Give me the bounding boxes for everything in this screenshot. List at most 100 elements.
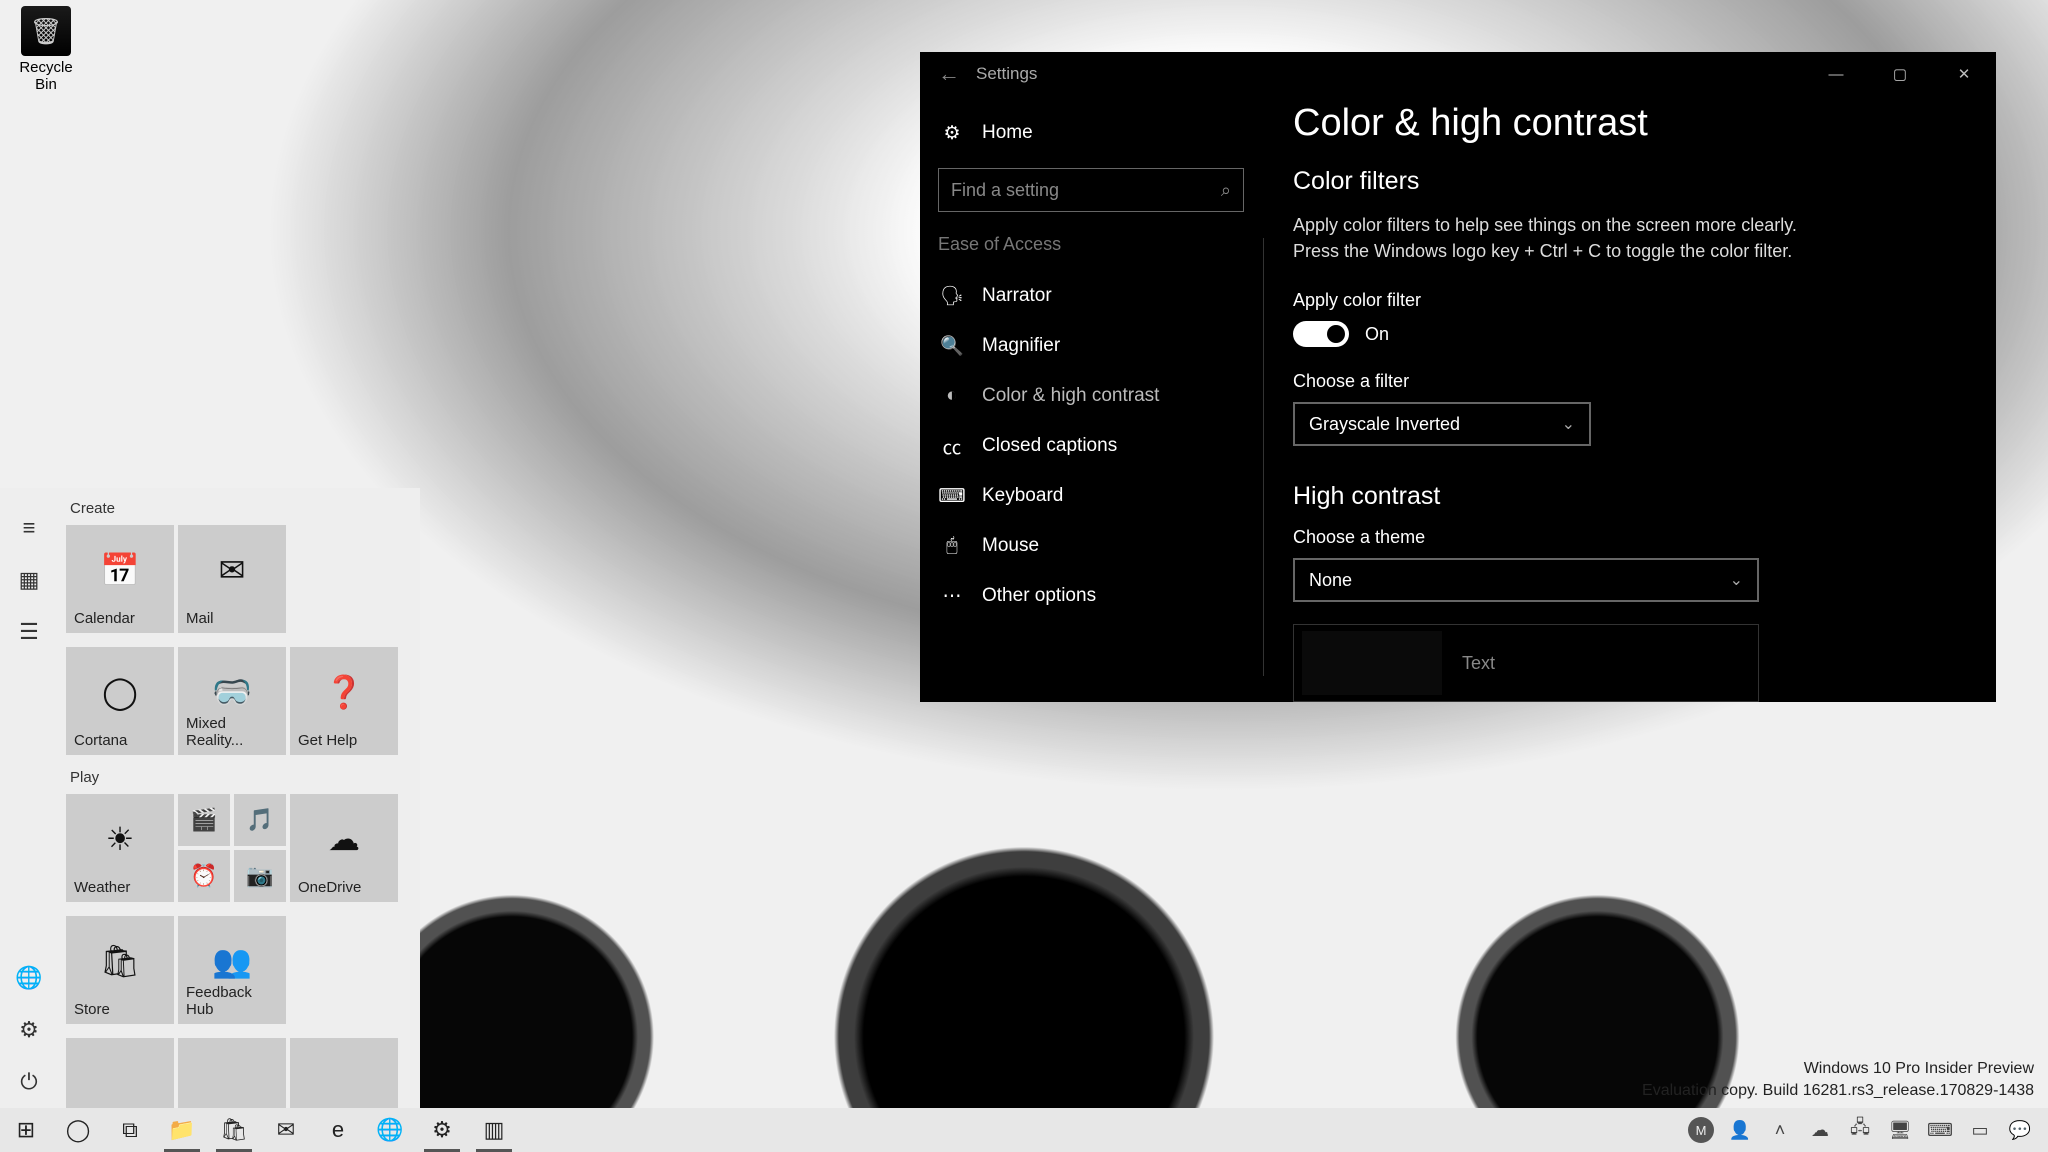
groove-icon: 🎵 — [246, 807, 273, 833]
sidebar-item-magnifier[interactable]: 🔍 Magnifier — [938, 321, 1252, 371]
people-tray[interactable]: 👤 — [1720, 1108, 1760, 1152]
sidebar-item-label: Color & high contrast — [982, 385, 1159, 407]
sidebar-item-label: Magnifier — [982, 335, 1060, 357]
movies-icon: 🎬 — [190, 807, 217, 833]
tile-camera[interactable]: 📷 — [234, 850, 286, 902]
start-tiles: Create 📅 Calendar ✉ Mail ◯ Cortana 🥽 Mix… — [58, 488, 420, 1108]
mouse-icon: 🖱 — [938, 535, 966, 557]
settings-sidebar: ⚙ Home Find a setting ⌕ Ease of Access 🗣… — [920, 96, 1262, 702]
apply-color-filter-toggle[interactable] — [1293, 321, 1349, 347]
high-contrast-heading: High contrast — [1293, 482, 1966, 511]
tile-label: Feedback Hub — [186, 984, 278, 1018]
start-pinned-button[interactable]: ▦ — [0, 554, 58, 606]
feedback-icon: 👥 — [212, 942, 252, 980]
filter-selected: Grayscale Inverted — [1309, 414, 1460, 435]
recycle-bin-label: Recycle Bin — [8, 59, 84, 93]
tile-placeholder-2[interactable] — [178, 1038, 286, 1108]
action-center[interactable]: 💬 — [2000, 1108, 2040, 1152]
task-view-button[interactable]: ⧉ — [104, 1108, 156, 1152]
start-network-button[interactable]: 🌐 — [0, 952, 58, 1004]
group-label-play[interactable]: Play — [70, 769, 410, 786]
store-taskbar[interactable]: 🛍 — [208, 1108, 260, 1152]
watermark-line1: Windows 10 Pro Insider Preview — [1642, 1058, 2034, 1080]
keyboard-tray[interactable]: ⌨ — [1920, 1108, 1960, 1152]
search-input[interactable]: Find a setting ⌕ — [938, 168, 1244, 212]
overflow-tray[interactable]: ˄ — [1760, 1108, 1800, 1152]
settings-content: Color & high contrast Color filters Appl… — [1262, 96, 1996, 702]
sidebar-item-keyboard[interactable]: ⌨ Keyboard — [938, 471, 1252, 521]
group-label-create[interactable]: Create — [70, 500, 410, 517]
tile-mail[interactable]: ✉ Mail — [178, 525, 286, 633]
choose-theme-label: Choose a theme — [1293, 527, 1966, 548]
sidebar-item-other-options[interactable]: ⋯ Other options — [938, 571, 1252, 621]
tile-feedback-hub[interactable]: 👥 Feedback Hub — [178, 916, 286, 1024]
start-power-button[interactable]: ⏻ — [0, 1056, 58, 1108]
taskbar: ⊞◯⧉📁🛍✉e🌐⚙▥ M 👤˄☁🖧🖥⌨▭💬 — [0, 1108, 2048, 1152]
mail-taskbar[interactable]: ✉ — [260, 1108, 312, 1152]
narrator-icon: 🗣 — [938, 284, 966, 308]
tile-placeholder-1[interactable] — [66, 1038, 174, 1108]
tile-label: Cortana — [74, 732, 166, 749]
tile-placeholder-3[interactable] — [290, 1038, 398, 1108]
start-expand-button[interactable]: ≡ — [0, 502, 58, 554]
gear-icon: ⚙ — [938, 122, 966, 145]
sidebar-item-mouse[interactable]: 🖱 Mouse — [938, 521, 1252, 571]
minimize-button[interactable]: — — [1804, 52, 1868, 96]
sidebar-item-closed-captions[interactable]: ㏄ Closed captions — [938, 421, 1252, 471]
trash-icon: 🗑 — [21, 6, 71, 56]
start-menu: ≡ ▦ ☰ 🌐 ⚙ ⏻ Create 📅 Calendar ✉ Mail ◯ C… — [0, 488, 420, 1108]
tile-store[interactable]: 🛍 Store — [66, 916, 174, 1024]
user-avatar[interactable]: M — [1688, 1117, 1714, 1143]
search-icon: ⌕ — [1221, 180, 1231, 201]
chevron-down-icon: ⌄ — [1730, 570, 1743, 590]
recycle-bin-desktop-icon[interactable]: 🗑 Recycle Bin — [8, 6, 84, 93]
tile-onedrive[interactable]: ☁ OneDrive — [290, 794, 398, 902]
sidebar-section-label: Ease of Access — [938, 234, 1252, 255]
tile-label: Mail — [186, 610, 278, 627]
tile-alarm[interactable]: ⏰ — [178, 850, 230, 902]
high-contrast-preview: Text — [1293, 624, 1759, 702]
edge-taskbar[interactable]: e — [312, 1108, 364, 1152]
onedrive-tray[interactable]: ☁ — [1800, 1108, 1840, 1152]
help-icon: ❓ — [324, 673, 364, 711]
tile-label: Weather — [74, 879, 166, 896]
filter-dropdown[interactable]: Grayscale Inverted ⌄ — [1293, 402, 1591, 446]
back-button[interactable]: ← — [938, 61, 968, 87]
sidebar-home[interactable]: ⚙ Home — [938, 110, 1252, 156]
window-title: Settings — [968, 64, 1037, 84]
contrast-icon: ◐ — [938, 385, 966, 407]
network-tray[interactable]: 🖧 — [1840, 1108, 1880, 1152]
tile-weather[interactable]: ☀ Weather — [66, 794, 174, 902]
tile-cortana[interactable]: ◯ Cortana — [66, 647, 174, 755]
choose-filter-label: Choose a filter — [1293, 371, 1966, 392]
alarm-icon: ⏰ — [190, 863, 217, 889]
start-all-apps-button[interactable]: ☰ — [0, 606, 58, 658]
settings-titlebar: ← Settings — ▢ ✕ — [920, 52, 1996, 96]
settings-taskbar[interactable]: ⚙ — [416, 1108, 468, 1152]
watermark-line2: Evaluation copy. Build 16281.rs3_release… — [1642, 1080, 2034, 1102]
display-tray[interactable]: 🖥 — [1880, 1108, 1920, 1152]
close-button[interactable]: ✕ — [1932, 52, 1996, 96]
input-tray[interactable]: ▭ — [1960, 1108, 2000, 1152]
globe-taskbar[interactable]: 🌐 — [364, 1108, 416, 1152]
tile-calendar[interactable]: 📅 Calendar — [66, 525, 174, 633]
tile-mixed-reality[interactable]: 🥽 Mixed Reality... — [178, 647, 286, 755]
sidebar-item-narrator[interactable]: 🗣 Narrator — [938, 271, 1252, 321]
theme-dropdown[interactable]: None ⌄ — [1293, 558, 1759, 602]
cortana-button[interactable]: ◯ — [52, 1108, 104, 1152]
file-explorer[interactable]: 📁 — [156, 1108, 208, 1152]
notepad-taskbar[interactable]: ▥ — [468, 1108, 520, 1152]
start-button[interactable]: ⊞ — [0, 1108, 52, 1152]
theme-selected: None — [1309, 570, 1352, 591]
start-settings-button[interactable]: ⚙ — [0, 1004, 58, 1056]
store-icon: 🛍 — [100, 942, 141, 980]
sidebar-item-color-contrast[interactable]: ◐ Color & high contrast — [938, 371, 1252, 421]
toggle-label: Apply color filter — [1293, 290, 1966, 311]
maximize-button[interactable]: ▢ — [1868, 52, 1932, 96]
cortana-icon: ◯ — [102, 673, 138, 711]
tile-get-help[interactable]: ❓ Get Help — [290, 647, 398, 755]
tile-movies[interactable]: 🎬 — [178, 794, 230, 846]
tile-groove[interactable]: 🎵 — [234, 794, 286, 846]
magnifier-icon: 🔍 — [938, 334, 966, 358]
preview-swatch — [1302, 631, 1442, 695]
